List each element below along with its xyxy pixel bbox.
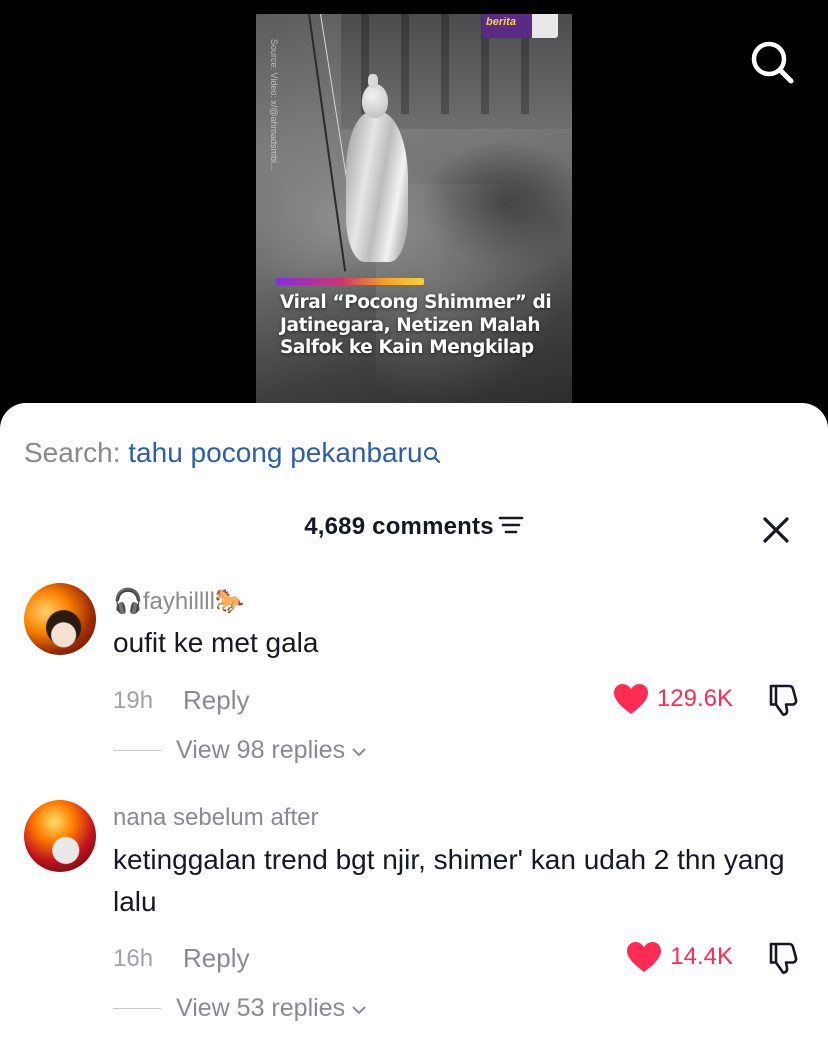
like-button[interactable]: 129.6K [613,683,733,715]
close-icon [763,517,789,543]
dislike-button[interactable] [765,941,799,975]
reply-button[interactable]: Reply [183,943,249,974]
comment-time: 19h [113,687,154,714]
comment-text: oufit ke met gala [113,627,319,658]
filter-icon[interactable] [498,514,524,541]
comment-meta: 16h Reply 14.4K [113,941,813,975]
comments-header: 4,689 comments [0,513,828,541]
like-count: 14.4K [670,943,733,970]
dislike-button[interactable] [765,683,799,717]
search-icon [751,41,794,84]
view-replies-label: View 98 replies [176,735,346,764]
video-player[interactable]: Source: Video: x/@ahmadsmbi... berita Vi… [0,0,828,430]
video-source-caption: Source: Video: x/@ahmadsmbi... [269,39,279,171]
search-suggestion-label: Search: [24,437,121,468]
brand-logo-panel [532,14,558,38]
pocong-figure [338,74,418,264]
comment-text: ketinggalan trend bgt njir, shimer' kan … [113,844,785,917]
like-count: 129.6K [656,685,733,712]
view-replies-label: View 53 replies [176,993,346,1022]
thumbs-down-icon [769,684,798,716]
search-icon [423,439,441,471]
heart-icon [627,942,662,972]
chevron-down-icon [352,1006,366,1015]
comment-meta: 19h Reply 129.6K [113,683,813,717]
replies-divider [113,1007,161,1009]
avatar[interactable] [24,583,96,655]
search-button[interactable] [748,38,794,84]
comment-time: 16h [113,945,154,972]
thumbs-down-icon [769,942,798,974]
headline-accent-bar [276,278,424,285]
chevron-down-icon [352,748,366,757]
comment-username[interactable]: nana sebelum after [113,804,318,832]
comment-username[interactable]: 🎧fayhillll🐎 [113,587,245,616]
brand-name: berita [486,16,516,28]
video-headline: Viral “Pocong Shimmer” di Jatinegara, Ne… [280,292,552,358]
comments-sheet: Search: tahu pocong pekanbaru 4,689 comm… [0,403,828,1058]
video-frame[interactable]: Source: Video: x/@ahmadsmbi... berita Vi… [256,14,572,414]
reply-button[interactable]: Reply [183,685,249,716]
heart-icon [613,684,648,714]
like-button[interactable]: 14.4K [626,941,733,973]
search-suggestion-term[interactable]: tahu pocong pekanbaru [128,437,422,468]
avatar[interactable] [24,800,96,872]
view-replies-button[interactable]: View 53 replies [113,993,367,1023]
replies-divider [113,749,161,751]
view-replies-button[interactable]: View 98 replies [113,735,367,765]
close-comments-button[interactable] [760,514,792,546]
comments-count: 4,689 comments [304,513,494,540]
brand-logo: berita [482,14,532,38]
search-suggestion[interactable]: Search: tahu pocong pekanbaru [24,437,441,471]
